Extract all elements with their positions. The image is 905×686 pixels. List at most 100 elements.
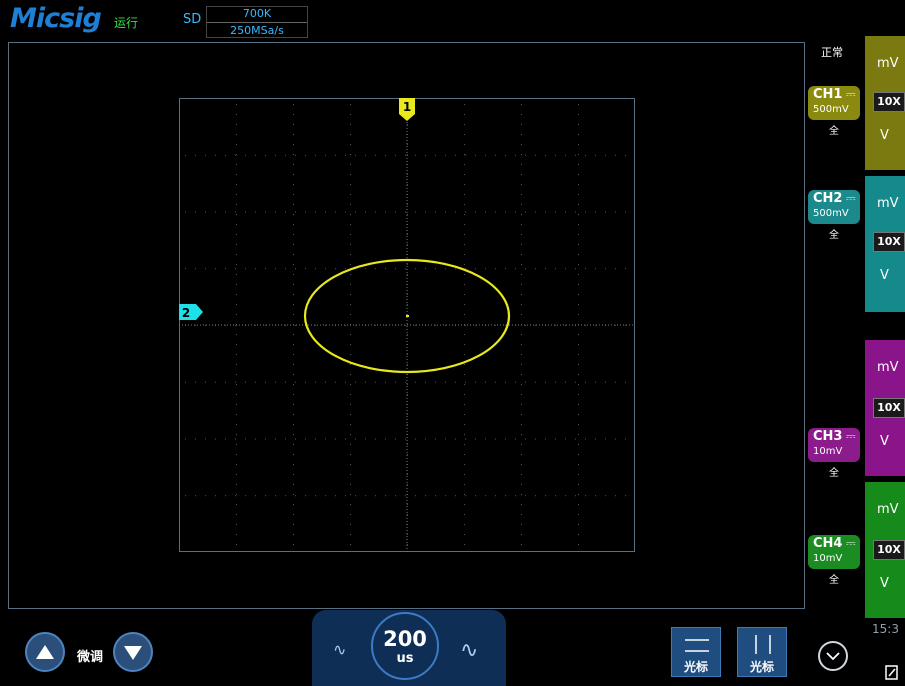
- grid-dot: [407, 184, 408, 185]
- grid-dot: [445, 154, 446, 156]
- fine-up-button[interactable]: [25, 632, 65, 672]
- grid-dot: [521, 364, 522, 365]
- grid-dot: [595, 381, 596, 383]
- ch4-side-panel[interactable]: mV 10X V: [865, 482, 905, 618]
- grid-dot: [236, 124, 237, 125]
- ch3-label[interactable]: CH3 ⎓ 10mV: [808, 428, 860, 462]
- screenshot-icon[interactable]: [884, 664, 900, 682]
- grid-dot: [305, 438, 306, 440]
- ch1-marker[interactable]: 1: [399, 98, 415, 121]
- grid-dot: [464, 504, 465, 505]
- grid-dot: [425, 154, 426, 156]
- grid-dot: [615, 438, 616, 440]
- grid-dot: [435, 211, 436, 213]
- vertical-cursor-button[interactable]: 光标: [737, 627, 787, 677]
- grid-dot: [395, 268, 396, 270]
- timebase-decrease-icon[interactable]: ∿: [333, 640, 346, 659]
- horizontal-cursor-icon: [685, 639, 709, 652]
- grid-dot: [578, 524, 579, 525]
- grid-dot: [195, 495, 196, 497]
- ch3-side-panel[interactable]: mV 10X V: [865, 340, 905, 476]
- grid-dot: [375, 154, 376, 156]
- grid-dot: [293, 124, 294, 125]
- ch2-marker-label: 2: [182, 306, 190, 320]
- ch4-bandwidth: 全: [829, 575, 839, 586]
- grid-dot: [464, 144, 465, 145]
- grid-dot: [355, 381, 356, 383]
- grid-dot: [350, 364, 351, 365]
- grid-dot: [407, 334, 408, 335]
- grid-dot: [445, 381, 446, 383]
- fine-down-button[interactable]: [113, 632, 153, 672]
- grid-dot: [285, 381, 286, 383]
- grid-dot: [350, 104, 351, 105]
- grid-dot: [385, 154, 386, 156]
- ch1-side-panel[interactable]: mV 10X V: [865, 36, 905, 170]
- grid-dot: [505, 154, 506, 156]
- grid-dot: [464, 114, 465, 115]
- grid-dot: [515, 381, 516, 383]
- grid-dot: [585, 268, 586, 270]
- grid-dot: [305, 211, 306, 213]
- grid-dot: [350, 274, 351, 275]
- grid-dot: [455, 268, 456, 270]
- grid-dot: [464, 464, 465, 465]
- grid-dot: [465, 211, 466, 213]
- timebase-knob[interactable]: 200 us: [371, 612, 439, 680]
- grid-dot: [455, 211, 456, 213]
- grid-dot: [545, 438, 546, 440]
- horizontal-cursor-button[interactable]: 光标: [671, 627, 721, 677]
- ch4-label[interactable]: CH4 ⎓ 10mV: [808, 535, 860, 569]
- grid-dot: [521, 404, 522, 405]
- grid-dot: [595, 211, 596, 213]
- grid-dot: [355, 211, 356, 213]
- grid-dot: [350, 384, 351, 385]
- grid-dot: [475, 268, 476, 270]
- grid-dot: [355, 438, 356, 440]
- grid-dot: [525, 438, 526, 440]
- grid-dot: [305, 381, 306, 383]
- grid-dot: [395, 438, 396, 440]
- grid-dot: [605, 438, 606, 440]
- acquisition-info[interactable]: 700K 250MSa/s: [206, 6, 308, 38]
- grid-dot: [195, 325, 196, 326]
- grid-dot: [505, 325, 506, 326]
- xy-plot[interactable]: 1 2: [179, 98, 635, 552]
- grid-dot: [265, 211, 266, 213]
- grid-dot: [578, 194, 579, 195]
- ch2-bandwidth: 全: [829, 230, 839, 241]
- grid-dot: [464, 254, 465, 255]
- ch1-label[interactable]: CH1 ⎓ 500mV: [808, 86, 860, 120]
- grid-dot: [350, 454, 351, 455]
- ch1-volts-div: 500mV: [813, 104, 849, 115]
- grid-dot: [521, 384, 522, 385]
- grid-dot: [293, 304, 294, 305]
- grid-dot: [521, 344, 522, 345]
- grid-dot: [365, 268, 366, 270]
- grid-dot: [236, 444, 237, 445]
- grid-dot: [236, 544, 237, 545]
- grid-dot: [236, 144, 237, 145]
- grid-dot: [485, 381, 486, 383]
- grid-dot: [235, 495, 236, 497]
- grid-dot: [407, 394, 408, 395]
- grid-dot: [565, 438, 566, 440]
- triangle-down-icon: [124, 646, 142, 660]
- grid-dot: [350, 204, 351, 205]
- grid-dot: [521, 164, 522, 165]
- timebase-increase-icon[interactable]: ∿: [460, 638, 478, 663]
- ch2-side-panel[interactable]: mV 10X V: [865, 176, 905, 312]
- grid-dot: [195, 211, 196, 213]
- grid-dot: [485, 154, 486, 156]
- grid-dot: [521, 294, 522, 295]
- grid-dot: [350, 424, 351, 425]
- menu-expand-button[interactable]: [818, 641, 848, 671]
- ch2-label[interactable]: CH2 ⎓ 500mV: [808, 190, 860, 224]
- grid-dot: [585, 211, 586, 213]
- grid-dot: [293, 454, 294, 455]
- grid-dot: [405, 268, 406, 270]
- ch2-marker[interactable]: 2: [179, 304, 203, 320]
- grid-dot: [205, 438, 206, 440]
- grid-dot: [555, 495, 556, 497]
- run-status[interactable]: 运行: [114, 14, 138, 31]
